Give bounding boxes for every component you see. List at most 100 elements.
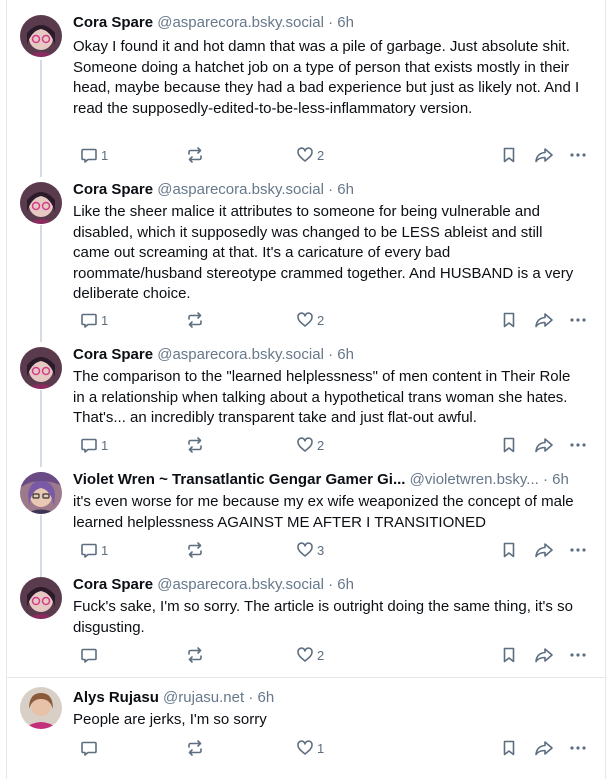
share-button[interactable] xyxy=(534,737,554,759)
like-button[interactable]: 2 xyxy=(296,644,324,666)
avatar[interactable] xyxy=(20,687,62,729)
like-count: 2 xyxy=(317,312,325,328)
like-count: 2 xyxy=(317,147,325,163)
bookmark-button[interactable] xyxy=(500,539,518,561)
share-button[interactable] xyxy=(534,309,554,331)
post-text: it's even worse for me because my ex wif… xyxy=(73,493,574,531)
post-header: Cora Spare @asparecora.bsky.social · 6h xyxy=(73,180,593,200)
reply-icon xyxy=(81,438,97,453)
separator-dot: · xyxy=(248,689,254,706)
more-options-button[interactable] xyxy=(569,434,587,456)
post[interactable]: Cora Spare @asparecora.bsky.social · 6h … xyxy=(7,571,605,676)
post-time[interactable]: 6h xyxy=(337,14,354,31)
post-actions: 1 3 xyxy=(73,539,593,561)
avatar[interactable] xyxy=(20,577,62,619)
reply-button[interactable]: 1 xyxy=(80,144,108,166)
author-name[interactable]: Cora Spare xyxy=(73,576,153,593)
author-handle[interactable]: @rujasu.net xyxy=(163,689,244,706)
post[interactable]: Cora Spare @asparecora.bsky.social · 6h … xyxy=(7,341,605,466)
repost-button[interactable] xyxy=(186,737,207,759)
reply-button[interactable] xyxy=(80,644,101,666)
repost-button[interactable] xyxy=(186,434,207,456)
post-header: Cora Spare @asparecora.bsky.social · 6h xyxy=(73,345,593,365)
bookmark-button[interactable] xyxy=(500,434,518,456)
separator-dot: · xyxy=(328,14,334,31)
author-handle[interactable]: @asparecora.bsky.social xyxy=(157,576,324,593)
more-options-button[interactable] xyxy=(569,309,587,331)
post-time[interactable]: 6h xyxy=(337,346,354,363)
bookmark-button[interactable] xyxy=(500,737,518,759)
author-name[interactable]: Cora Spare xyxy=(73,14,153,31)
repost-button[interactable] xyxy=(186,539,207,561)
reply-icon xyxy=(81,313,97,328)
repost-button[interactable] xyxy=(186,144,207,166)
post[interactable]: Alys Rujasu @rujasu.net · 6h People are … xyxy=(7,678,605,779)
post-time[interactable]: 6h xyxy=(337,181,354,198)
post[interactable]: Violet Wren ~ Transatlantic Gengar Gamer… xyxy=(7,466,605,571)
like-button[interactable]: 2 xyxy=(296,309,324,331)
author-handle[interactable]: @asparecora.bsky.social xyxy=(157,14,324,31)
avatar[interactable] xyxy=(20,472,62,514)
bookmark-icon xyxy=(503,647,515,663)
bookmark-icon xyxy=(503,740,515,756)
like-button[interactable]: 2 xyxy=(296,144,324,166)
reply-icon xyxy=(81,148,97,163)
author-handle[interactable]: @asparecora.bsky.social xyxy=(157,181,324,198)
separator-dot: · xyxy=(328,346,334,363)
more-icon xyxy=(570,746,586,750)
like-button[interactable]: 2 xyxy=(296,434,324,456)
avatar[interactable] xyxy=(20,15,62,57)
author-name[interactable]: Violet Wren ~ Transatlantic Gengar Gamer… xyxy=(73,471,405,488)
reply-button[interactable]: 1 xyxy=(80,309,108,331)
author-handle[interactable]: @violetwren.bsky... xyxy=(410,471,539,488)
reply-button[interactable] xyxy=(80,737,101,759)
repost-button[interactable] xyxy=(186,309,207,331)
post-time[interactable]: 6h xyxy=(337,576,354,593)
reply-count: 1 xyxy=(101,312,109,328)
bookmark-button[interactable] xyxy=(500,644,518,666)
share-icon xyxy=(535,648,553,663)
more-options-button[interactable] xyxy=(569,539,587,561)
repost-icon xyxy=(188,740,202,756)
post-actions: 1 2 xyxy=(73,144,593,166)
thread-view: Cora Spare @asparecora.bsky.social · 6h … xyxy=(6,0,606,779)
repost-icon xyxy=(188,542,202,558)
like-count: 2 xyxy=(317,647,325,663)
post-header: Alys Rujasu @rujasu.net · 6h xyxy=(73,688,593,708)
post-actions: 1 2 xyxy=(73,309,593,331)
bookmark-button[interactable] xyxy=(500,144,518,166)
author-name[interactable]: Cora Spare xyxy=(73,346,153,363)
separator-dot: · xyxy=(542,471,548,488)
share-button[interactable] xyxy=(534,434,554,456)
share-button[interactable] xyxy=(534,539,554,561)
author-name[interactable]: Alys Rujasu xyxy=(73,689,159,706)
avatar[interactable] xyxy=(20,182,62,224)
like-button[interactable]: 3 xyxy=(296,539,324,561)
bookmark-icon xyxy=(503,312,515,328)
more-options-button[interactable] xyxy=(569,644,587,666)
post[interactable]: Cora Spare @asparecora.bsky.social · 6h … xyxy=(7,0,605,176)
reply-count: 1 xyxy=(101,147,109,163)
post-text: Like the sheer malice it attributes to s… xyxy=(73,203,574,302)
author-handle[interactable]: @asparecora.bsky.social xyxy=(157,346,324,363)
reply-icon xyxy=(81,741,97,756)
more-icon xyxy=(570,653,586,657)
reply-button[interactable]: 1 xyxy=(80,434,108,456)
share-button[interactable] xyxy=(534,144,554,166)
more-icon xyxy=(570,548,586,552)
like-button[interactable]: 1 xyxy=(296,737,324,759)
share-icon xyxy=(535,313,553,328)
post[interactable]: Cora Spare @asparecora.bsky.social · 6h … xyxy=(7,176,605,341)
repost-button[interactable] xyxy=(186,644,207,666)
avatar[interactable] xyxy=(20,347,62,389)
more-options-button[interactable] xyxy=(569,144,587,166)
reply-button[interactable]: 1 xyxy=(80,539,108,561)
share-button[interactable] xyxy=(534,644,554,666)
bookmark-icon xyxy=(503,437,515,453)
bookmark-button[interactable] xyxy=(500,309,518,331)
post-time[interactable]: 6h xyxy=(258,689,275,706)
more-options-button[interactable] xyxy=(569,737,587,759)
author-name[interactable]: Cora Spare xyxy=(73,181,153,198)
post-time[interactable]: 6h xyxy=(552,471,569,488)
bookmark-icon xyxy=(503,147,515,163)
